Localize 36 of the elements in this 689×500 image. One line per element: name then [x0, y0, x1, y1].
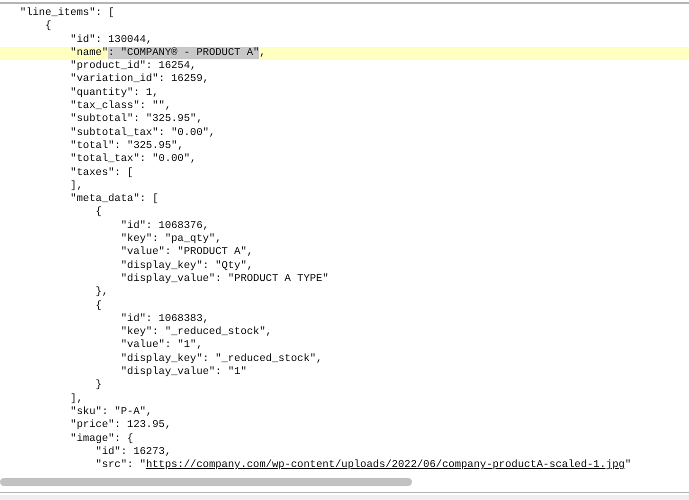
code-line: "meta_data": [: [69, 193, 160, 206]
code-line: "price": 123.95,: [69, 419, 172, 432]
code-line: "id": 16273,: [94, 446, 172, 459]
code-line: "value": "1",: [120, 339, 204, 353]
code-line: "key": "pa_qty",: [120, 233, 223, 246]
horizontal-scrollbar[interactable]: [0, 478, 412, 486]
code-line: "line_items": [: [18, 7, 116, 20]
code-line: "id": 1068383,: [120, 312, 210, 326]
code-line: "taxes": [: [69, 166, 134, 180]
code-line: "product_id": 16254,: [69, 60, 198, 73]
code-line: "id": 1068376,: [120, 220, 210, 233]
code-line: "display_key": "Qty",: [120, 260, 254, 273]
code-line: {: [94, 300, 103, 313]
code-line: "display_value": "1": [120, 366, 248, 380]
code-line: },: [94, 286, 110, 300]
code-line: "sku": "P-A",: [69, 406, 154, 419]
code-line: ],: [69, 392, 84, 406]
url-link[interactable]: https://company.com/wp-content/uploads/2022/06/company-productA-scaled-1.jpg: [146, 459, 625, 472]
code-line: "subtotal": "325.95",: [69, 113, 204, 127]
code-line: }: [94, 379, 103, 393]
code-line: "image": {: [69, 432, 134, 446]
code-line: "src": "https://company.com/wp-content/uploads/2022/06/company-productA-scaled-1.jpg": [94, 459, 632, 472]
code-line: "display_value": "PRODUCT A TYPE": [120, 272, 330, 286]
code-line: "id": 130044,: [69, 34, 154, 47]
code-line: "display_key": "_reduced_stock",: [120, 352, 324, 366]
code-line: "total_tax": "0.00",: [69, 153, 198, 167]
code-line: ],: [69, 180, 84, 193]
code-line: "quantity": 1,: [69, 86, 160, 100]
code-line: {: [94, 206, 103, 220]
code-line: "value": "PRODUCT A",: [120, 246, 254, 260]
code-line: "tax_class": "",: [69, 100, 172, 113]
code-line: "subtotal_tax": "0.00",: [69, 126, 216, 140]
code-line: "variation_id": 16259,: [69, 73, 210, 87]
code-line: "total": "325.95",: [69, 140, 185, 153]
code-line: "key": "_reduced_stock",: [120, 326, 273, 339]
code-line: {: [44, 20, 52, 34]
